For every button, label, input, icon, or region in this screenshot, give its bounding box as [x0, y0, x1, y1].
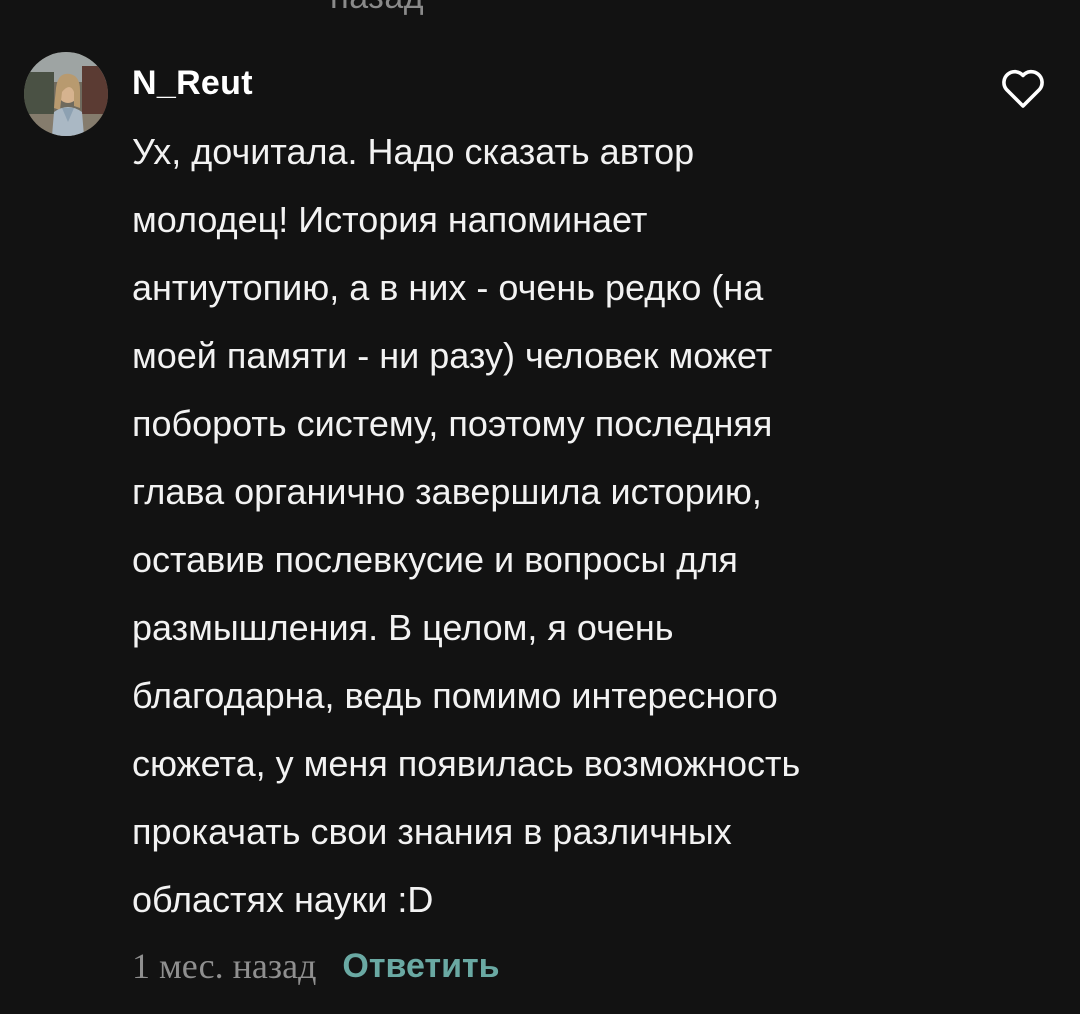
- comment-text-line: оставив послевкусие и вопросы для: [132, 539, 738, 580]
- comment-text-line: благодарна, ведь помимо интересного: [132, 675, 778, 716]
- comment-text-line: прокачать свои знания в различных: [132, 811, 732, 852]
- like-button[interactable]: [1000, 68, 1046, 110]
- avatar-photo: [24, 52, 108, 136]
- comment-text-line: областях науки :D: [132, 879, 434, 920]
- comment-text-line: Ух, дочитала. Надо сказать автор: [132, 131, 695, 172]
- comment-text-line: сюжета, у меня появилась возможность: [132, 743, 801, 784]
- comment-text-line: размышления. В целом, я очень: [132, 607, 674, 648]
- previous-comment-cut-text: назад: [330, 0, 424, 17]
- comment-text-line: антиутопию, а в них - очень редко (на: [132, 267, 764, 308]
- comment-username[interactable]: N_Reut: [132, 64, 253, 103]
- avatar[interactable]: [24, 52, 108, 136]
- reply-button[interactable]: Ответить: [342, 947, 499, 986]
- comment-text-line: молодец! История напоминает: [132, 199, 648, 240]
- heart-outline-icon: [1002, 69, 1044, 108]
- comment-text: Ух, дочитала. Надо сказать автор молодец…: [132, 118, 952, 934]
- comment-timestamp: 1 мес. назад: [132, 946, 317, 986]
- comment-text-line: побороть систему, поэтому последняя: [132, 403, 773, 444]
- comment-meta: 1 мес. назад Ответить: [132, 940, 500, 992]
- comment-text-line: глава органично завершила историю,: [132, 471, 762, 512]
- comment-text-line: моей памяти - ни разу) человек может: [132, 335, 773, 376]
